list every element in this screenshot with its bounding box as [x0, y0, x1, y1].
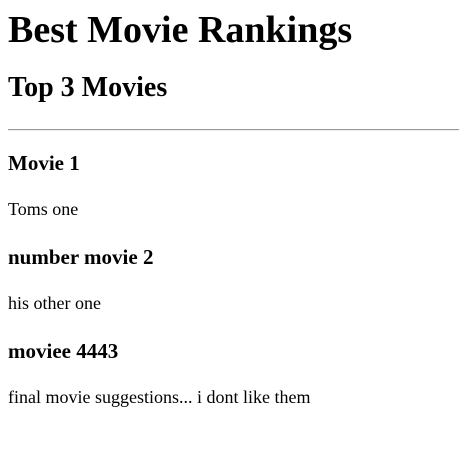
- page: Best Movie Rankings Top 3 Movies Movie 1…: [0, 8, 459, 408]
- movie-item: number movie 2 his other one: [8, 245, 459, 314]
- movie-item: Movie 1 Toms one: [8, 151, 459, 220]
- movie-description: final movie suggestions... i dont like t…: [8, 387, 311, 407]
- divider: [8, 129, 459, 131]
- movie-list: Movie 1 Toms one number movie 2 his othe…: [8, 151, 459, 408]
- movie-description: Toms one: [8, 199, 79, 219]
- movie-title: Movie 1: [8, 151, 80, 175]
- movie-title: number movie 2: [8, 245, 154, 269]
- page-title: Best Movie Rankings: [8, 9, 353, 51]
- movie-description: his other one: [8, 293, 101, 313]
- movie-item: moviee 4443 final movie suggestions... i…: [8, 339, 459, 408]
- movie-title: moviee 4443: [8, 339, 119, 363]
- page-subtitle: Top 3 Movies: [8, 72, 168, 103]
